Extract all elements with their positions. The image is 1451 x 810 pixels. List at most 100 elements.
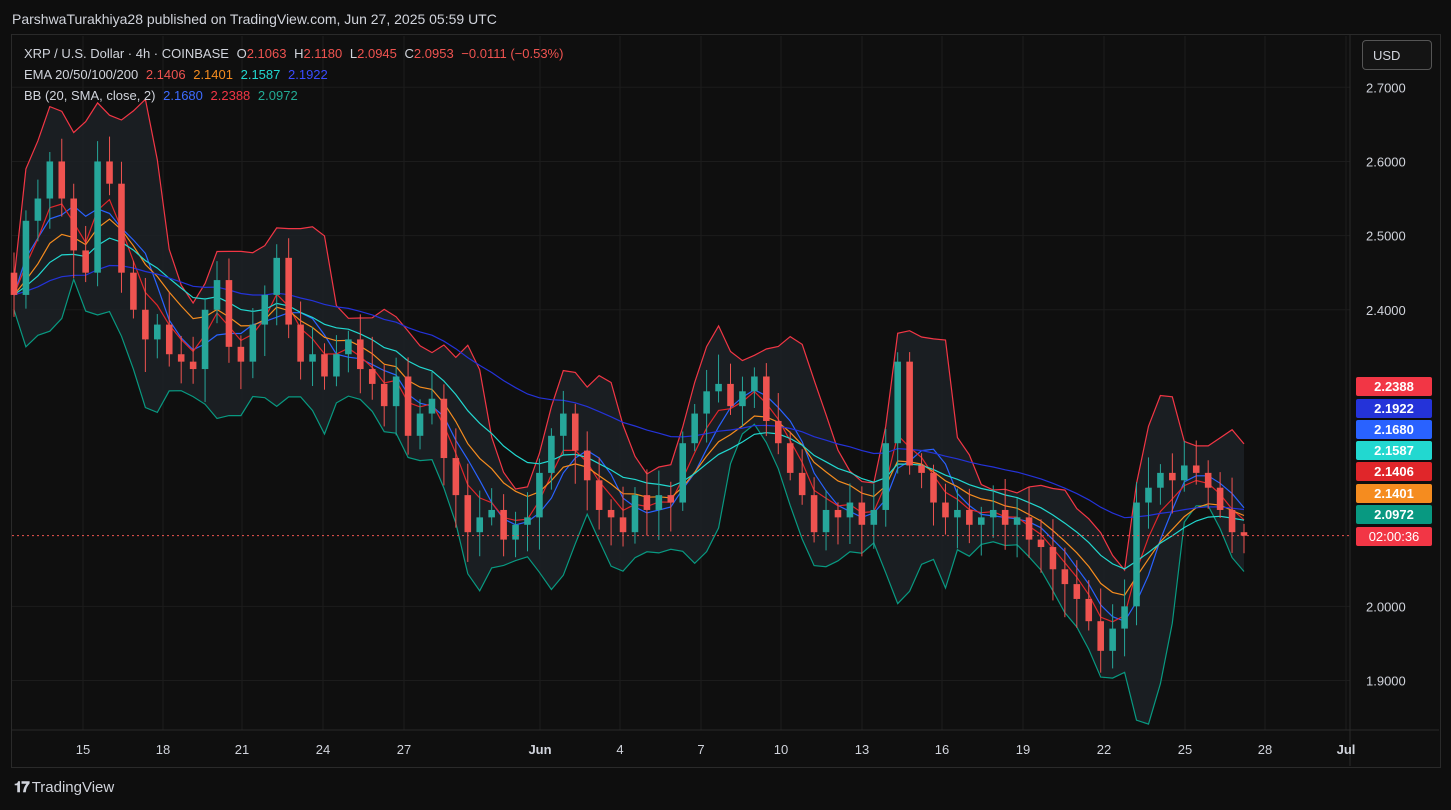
price-tick-label: 2.0000 [1366, 599, 1406, 614]
candle-body [715, 383, 722, 392]
price-tag-label-ema50: 2.1401 [1374, 486, 1414, 501]
candle-body [34, 198, 42, 221]
time-tick-label: Jun [528, 742, 551, 757]
legend-bb-upper: 2.2388 [210, 88, 251, 103]
candle-body [404, 376, 412, 436]
candle-body [1133, 502, 1140, 607]
candle-body [177, 354, 185, 362]
candle-body [452, 458, 460, 496]
currency-button[interactable]: USD [1362, 40, 1432, 70]
candle-body [774, 420, 782, 444]
time-tick-label: 21 [235, 742, 249, 757]
price-tag-label-bb-upper: 2.2388 [1374, 379, 1414, 394]
tradingview-logo-icon: 𝟏𝟕 [14, 779, 30, 796]
legend-bb-label: BB (20, SMA, close, 2) [24, 88, 156, 103]
price-tags: 2.2388 2.1922 2.1680 2.1587 2.1406 2.1401 2.09… [1356, 377, 1432, 546]
candle-body [512, 524, 519, 540]
legend-bb: BB (20, SMA, close, 2) 2.1680 2.2388 2.0… [24, 88, 302, 103]
candle-body [619, 517, 627, 533]
legend-ema50: 2.1401 [193, 67, 233, 82]
time-tick-label: 10 [774, 742, 788, 757]
candle-body [798, 472, 806, 496]
candle-body [189, 361, 197, 370]
price-tag-label-ema200: 2.1922 [1374, 401, 1414, 416]
candle-body [261, 294, 269, 325]
legend-symbol: XRP / U.S. Dollar · 4h · COINBASE [24, 46, 229, 61]
candle-body [285, 257, 292, 325]
price-chart[interactable]: 2.70002.60002.50002.40002.00001.9000 15 1… [0, 0, 1451, 810]
candle-body [154, 324, 161, 340]
candle-body [201, 309, 209, 370]
legend-ema100: 2.1587 [240, 67, 281, 82]
legend-bb-lower: 2.0972 [257, 88, 298, 103]
candle-body [643, 495, 651, 510]
legend-bb-basis: 2.1680 [163, 88, 203, 103]
candle-body [727, 383, 734, 407]
price-tag-label-ema20: 2.1406 [1374, 464, 1414, 479]
legend-close: 2.0953 [413, 46, 454, 61]
candle-body [560, 413, 567, 436]
legend-open-label: O [236, 46, 247, 61]
legend-ema20: 2.1406 [145, 67, 186, 82]
candle-body [500, 509, 507, 540]
candle-body [894, 361, 901, 444]
candle-body [667, 495, 675, 503]
candle-body [464, 495, 472, 533]
candle-body [1145, 487, 1152, 503]
candle-body [1037, 539, 1045, 548]
price-tick-label: 2.6000 [1366, 154, 1406, 169]
time-tick-label: 18 [156, 742, 170, 757]
candle-body [691, 413, 698, 444]
candle-body [1085, 598, 1093, 622]
time-tick-label: Jul [1337, 742, 1356, 757]
candle-body [1073, 584, 1081, 599]
time-tick-label: 27 [397, 742, 411, 757]
price-tick-label: 2.4000 [1366, 303, 1406, 318]
tradingview-logo[interactable]: 𝟏𝟕 TradingView [14, 779, 114, 796]
time-tick-label: 4 [616, 742, 623, 757]
candle-body [583, 450, 591, 481]
candle-body [118, 183, 125, 273]
candle-body [1001, 509, 1009, 525]
candle-body [309, 354, 316, 362]
candle-body [858, 502, 866, 525]
legend-ema-label: EMA 20/50/100/200 [24, 67, 139, 82]
candle-body [70, 198, 77, 251]
candle-body [739, 391, 746, 407]
candle-body [954, 509, 961, 518]
candle-body [392, 376, 400, 407]
price-tag-label-ema100: 2.1587 [1374, 443, 1414, 458]
price-tick-label: 1.9000 [1366, 674, 1406, 689]
time-axis: 15 18 21 24 27 Jun 4 7 10 13 16 19 22 25 28 Jul [76, 742, 1356, 757]
candle-body [273, 257, 281, 295]
candle-body [428, 398, 436, 414]
candle-body [1121, 606, 1128, 629]
candle-body [142, 309, 149, 340]
candle-body [977, 517, 985, 525]
candle-body [22, 220, 30, 295]
candle-body [763, 376, 770, 421]
legend-ema: EMA 20/50/100/200 2.1406 2.1401 2.1587 2… [24, 67, 332, 82]
candle-body [1216, 487, 1224, 510]
candle-body [882, 443, 890, 510]
time-tick-label: 15 [76, 742, 90, 757]
time-tick-label: 19 [1016, 742, 1030, 757]
candle-body [548, 435, 555, 473]
candle-body [810, 495, 818, 533]
candle-body [476, 517, 484, 533]
candle-body [368, 369, 376, 384]
candle-body [321, 354, 328, 377]
legend-open: 2.1063 [246, 46, 287, 61]
price-tag-label-bb-basis: 2.1680 [1374, 422, 1414, 437]
legend-low: 2.0945 [357, 46, 397, 61]
candle-body [930, 472, 937, 503]
candle-body [440, 398, 448, 459]
candle-body [536, 472, 543, 518]
candle-body [1228, 509, 1236, 533]
candle-body [213, 280, 221, 310]
candle-body [655, 495, 663, 510]
candle-body [1181, 465, 1188, 481]
candle-body [989, 509, 997, 518]
candle-body [1157, 472, 1164, 488]
candle-body [1169, 472, 1176, 481]
